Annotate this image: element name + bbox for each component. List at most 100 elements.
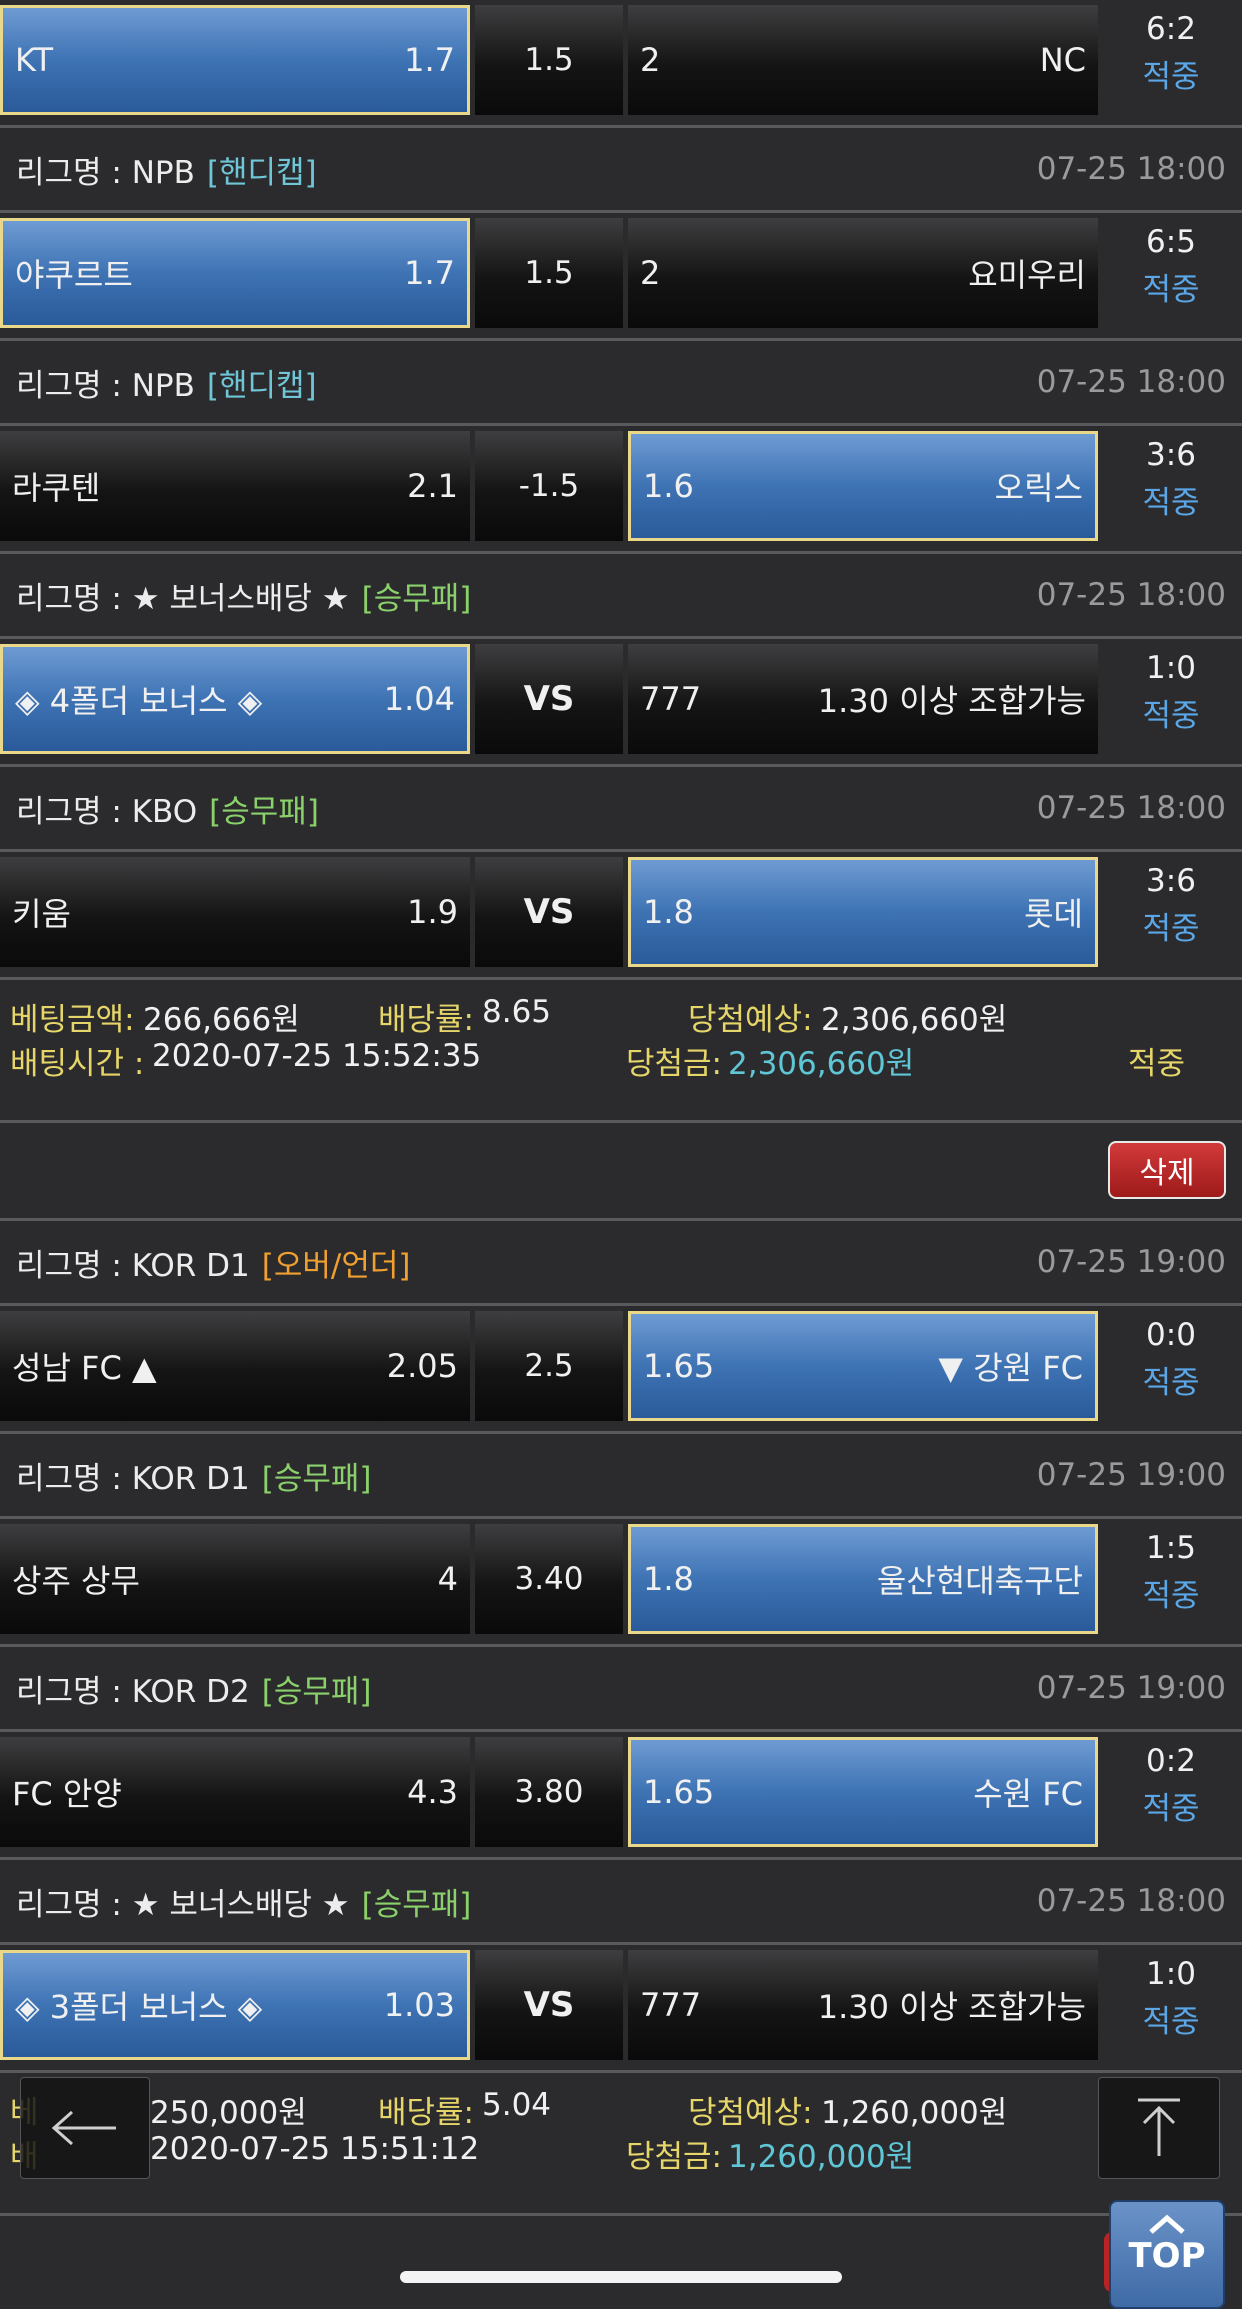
- win-amount-label: 당첨금:: [626, 2139, 723, 2175]
- win-amount: 2,306,660원: [728, 1046, 915, 1082]
- away-team-button[interactable]: 1.8 울산현대축구단: [628, 1524, 1098, 1634]
- expected-label: 당첨예상:: [688, 2095, 813, 2131]
- league-name: 리그명 : ★ 보너스배당 ★: [16, 1886, 350, 1923]
- match-row: 라쿠텐 2.1 -1.5 1.6 오릭스 3:6 적중: [0, 426, 1242, 546]
- result-status: 적중: [1142, 272, 1200, 308]
- bet-type-tag: [오버/언더]: [261, 1247, 411, 1284]
- away-odds: 1.65: [643, 1347, 715, 1385]
- league-info: 리그명 : KOR D1 [승무패]: [16, 1453, 371, 1498]
- away-team-button[interactable]: 1.6 오릭스: [628, 431, 1098, 541]
- final-score: 3:6: [1146, 437, 1196, 473]
- home-team-button[interactable]: 키움 1.9: [0, 857, 470, 967]
- away-team-button[interactable]: 1.65 ▼ 강원 FC: [628, 1311, 1098, 1421]
- away-team-name: 1.30 이상 조합가능: [817, 1988, 1086, 2026]
- handicap-value[interactable]: -1.5: [475, 431, 623, 541]
- away-team-button[interactable]: 777 1.30 이상 조합가능: [628, 644, 1098, 754]
- match-time: 07-25 18:00: [1036, 364, 1226, 400]
- home-team-name: KT: [15, 41, 54, 79]
- arrow-left-icon: [51, 2110, 116, 2146]
- home-team-button[interactable]: KT 1.7: [0, 5, 470, 115]
- away-team-name: 오릭스: [994, 469, 1083, 507]
- away-team-button[interactable]: 1.65 수원 FC: [628, 1737, 1098, 1847]
- away-odds: 1.6: [643, 467, 694, 505]
- back-button[interactable]: [20, 2077, 150, 2179]
- away-odds: 1.8: [643, 893, 694, 931]
- result-status: 적중: [1142, 2004, 1200, 2040]
- odds-rate: 8.65: [482, 994, 552, 1030]
- bet-type-tag: [승무패]: [261, 1673, 372, 1710]
- home-team-button[interactable]: FC 안양 4.3: [0, 1737, 470, 1847]
- match-row: ◈ 3폴더 보너스 ◈ 1.03 VS 777 1.30 이상 조합가능 1:0 적중: [0, 1945, 1242, 2065]
- away-team-button[interactable]: 2 NC: [628, 5, 1098, 115]
- home-team-button[interactable]: 야쿠르트 1.7: [0, 218, 470, 328]
- league-name: 리그명 : KOR D1: [16, 1460, 250, 1497]
- away-odds: 2: [640, 254, 661, 292]
- league-header: 리그명 : NPB [핸디캡] 07-25 18:00: [0, 128, 1242, 210]
- handicap-value[interactable]: VS: [475, 644, 623, 754]
- away-team-button[interactable]: 2 요미우리: [628, 218, 1098, 328]
- home-team-name: ◈ 3폴더 보너스 ◈: [15, 1988, 263, 2026]
- rate-label: 배당률:: [378, 2095, 475, 2131]
- match-result: 6:2 적중: [1100, 5, 1242, 115]
- away-team-button[interactable]: 1.8 롯데: [628, 857, 1098, 967]
- handicap-value[interactable]: VS: [475, 1950, 623, 2060]
- expected-winnings: 1,260,000원: [821, 2095, 1008, 2131]
- home-team-button[interactable]: 성남 FC ▲ 2.05: [0, 1311, 470, 1421]
- expected-winnings: 2,306,660원: [821, 1002, 1008, 1038]
- delete-button[interactable]: 삭제: [1108, 1141, 1226, 1199]
- home-odds: 2.1: [407, 467, 458, 505]
- divider: [0, 2213, 1242, 2216]
- away-team-name: 롯데: [1024, 895, 1083, 933]
- league-name: 리그명 : ★ 보너스배당 ★: [16, 580, 350, 617]
- away-team-button[interactable]: 777 1.30 이상 조합가능: [628, 1950, 1098, 2060]
- match-time: 07-25 19:00: [1036, 1244, 1226, 1280]
- result-status: 적중: [1142, 1365, 1200, 1401]
- amount-label: 베팅금액:: [10, 1002, 135, 1038]
- bet-type-tag: [핸디캡]: [206, 367, 317, 404]
- home-team-name: ◈ 4폴더 보너스 ◈: [15, 682, 263, 720]
- result-status: 적중: [1142, 911, 1200, 947]
- league-info: 리그명 : ★ 보너스배당 ★ [승무패]: [16, 573, 471, 618]
- handicap-value[interactable]: 1.5: [475, 5, 623, 115]
- scroll-top-button[interactable]: [1098, 2077, 1220, 2179]
- home-odds: 1.7: [404, 254, 455, 292]
- top-label: TOP: [1128, 2236, 1206, 2276]
- match-row: ◈ 4폴더 보너스 ◈ 1.04 VS 777 1.30 이상 조합가능 1:0 적중: [0, 639, 1242, 759]
- handicap-value[interactable]: VS: [475, 857, 623, 967]
- league-info: 리그명 : NPB [핸디캡]: [16, 360, 317, 405]
- home-team-button[interactable]: 라쿠텐 2.1: [0, 431, 470, 541]
- match-time: 07-25 19:00: [1036, 1457, 1226, 1493]
- bet-amount: 266,666원: [143, 1002, 300, 1038]
- away-odds: 1.65: [643, 1773, 715, 1811]
- home-team-button[interactable]: ◈ 3폴더 보너스 ◈ 1.03: [0, 1950, 470, 2060]
- handicap-value[interactable]: 2.5: [475, 1311, 623, 1421]
- chevron-up-icon: [1149, 2214, 1185, 2234]
- home-team-button[interactable]: ◈ 4폴더 보너스 ◈ 1.04: [0, 644, 470, 754]
- arrow-up-bar-icon: [1138, 2098, 1180, 2156]
- match-time: 07-25 18:00: [1036, 151, 1226, 187]
- away-team-name: NC: [1039, 41, 1086, 79]
- handicap-value[interactable]: 3.40: [475, 1524, 623, 1634]
- home-team-button[interactable]: 상주 상무 4: [0, 1524, 470, 1634]
- handicap-value[interactable]: 3.80: [475, 1737, 623, 1847]
- match-result: 1:0 적중: [1100, 644, 1242, 754]
- top-button[interactable]: TOP: [1109, 2200, 1225, 2309]
- final-score: 1:5: [1146, 1530, 1196, 1566]
- league-info: 리그명 : KOR D1 [오버/언더]: [16, 1240, 410, 1285]
- away-team-name: 1.30 이상 조합가능: [817, 682, 1086, 720]
- home-team-name: 성남 FC ▲: [12, 1349, 157, 1387]
- bet-slip-1: KT 1.7 1.5 2 NC 6:2 적중 리그명 : NPB [핸디캡] 07-25 18:0…: [0, 0, 1242, 1123]
- match-row: 키움 1.9 VS 1.8 롯데 3:6 적중: [0, 852, 1242, 972]
- rate-label: 배당률:: [378, 1002, 475, 1038]
- result-status: 적중: [1142, 1578, 1200, 1614]
- match-result: 1:5 적중: [1100, 1524, 1242, 1634]
- league-name: 리그명 : KOR D2: [16, 1673, 250, 1710]
- delete-row: 삭제: [0, 1123, 1242, 1218]
- bet-type-tag: [승무패]: [209, 793, 319, 830]
- result-status: 적중: [1142, 1791, 1200, 1827]
- handicap-value[interactable]: 1.5: [475, 218, 623, 328]
- home-odds: 1.03: [383, 1986, 455, 2024]
- league-name: 리그명 : KBO: [16, 793, 198, 830]
- league-name: 리그명 : NPB: [16, 154, 195, 191]
- match-result: 0:0 적중: [1100, 1311, 1242, 1421]
